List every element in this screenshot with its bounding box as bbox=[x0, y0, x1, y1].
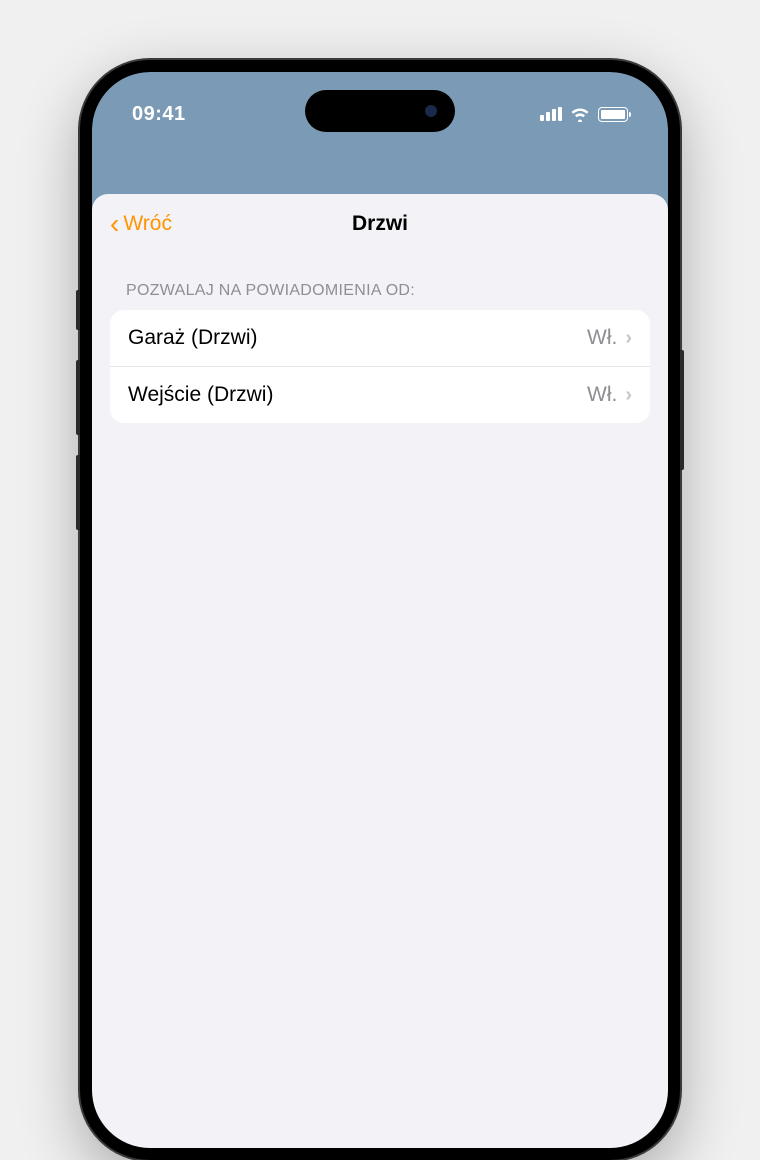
phone-side-buttons-right bbox=[680, 350, 684, 470]
battery-icon bbox=[598, 107, 628, 122]
row-label: Wejście (Drzwi) bbox=[128, 383, 587, 407]
phone-frame: 09:41 bbox=[80, 60, 680, 1160]
notifications-list: Garaż (Drzwi) Wł. › Wejście (Drzwi) Wł. … bbox=[110, 310, 650, 423]
chevron-left-icon: ‹ bbox=[110, 210, 119, 238]
list-item-garage-door[interactable]: Garaż (Drzwi) Wł. › bbox=[110, 310, 650, 366]
back-button[interactable]: ‹ Wróć bbox=[110, 210, 172, 238]
row-label: Garaż (Drzwi) bbox=[128, 326, 587, 350]
status-icons bbox=[540, 106, 628, 122]
phone-screen: 09:41 bbox=[92, 72, 668, 1148]
back-button-label: Wróć bbox=[123, 212, 172, 236]
wifi-icon bbox=[570, 106, 590, 122]
camera-dot bbox=[425, 105, 437, 117]
navigation-bar: ‹ Wróć Drzwi bbox=[92, 194, 668, 254]
chevron-right-icon: › bbox=[625, 384, 632, 407]
settings-sheet: ‹ Wróć Drzwi POZWALAJ NA POWIADOMIENIA O… bbox=[92, 194, 668, 1148]
section-header: POZWALAJ NA POWIADOMIENIA OD: bbox=[92, 254, 668, 310]
chevron-right-icon: › bbox=[625, 327, 632, 350]
row-value: Wł. bbox=[587, 383, 617, 407]
dynamic-island bbox=[305, 90, 455, 132]
page-title: Drzwi bbox=[352, 212, 408, 236]
list-item-entrance-door[interactable]: Wejście (Drzwi) Wł. › bbox=[110, 366, 650, 423]
row-value: Wł. bbox=[587, 326, 617, 350]
status-time: 09:41 bbox=[132, 103, 186, 126]
phone-side-buttons-left bbox=[76, 290, 80, 550]
cellular-signal-icon bbox=[540, 107, 562, 121]
